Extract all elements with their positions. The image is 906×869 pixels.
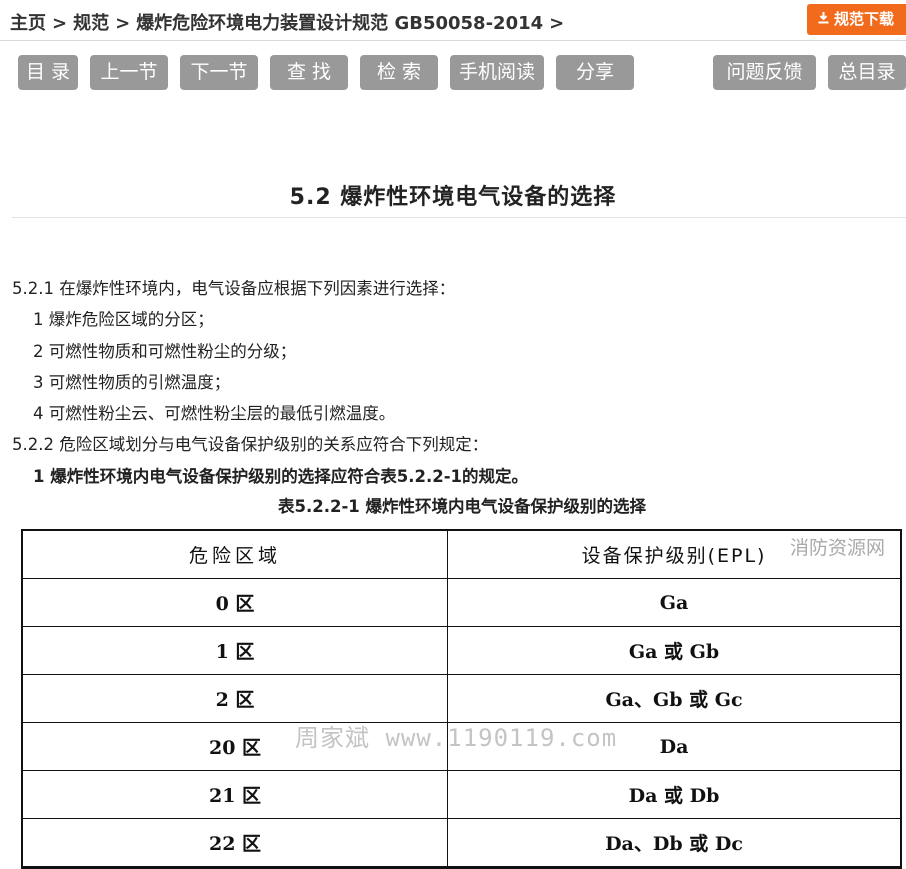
- table-row: 1 区 Ga 或 Gb: [23, 627, 900, 675]
- search-button[interactable]: 检 索: [360, 55, 438, 90]
- download-button[interactable]: 规范下载: [807, 4, 906, 35]
- table-cell: Ga、Gb 或 Gc: [605, 689, 743, 711]
- feedback-button[interactable]: 问题反馈: [713, 55, 816, 90]
- table-cell: 0 区: [23, 579, 448, 626]
- table-cell: Ga 或 Gb: [628, 641, 720, 663]
- table-caption: 表5.2.2-1 爆炸性环境内电气设备保护级别的选择: [277, 497, 647, 516]
- table-cell: 2 区: [23, 675, 448, 722]
- breadcrumb: 主页 > 规范 > 爆炸危险环境电力装置设计规范 GB50058-2014 >: [10, 9, 570, 35]
- title-divider: [12, 217, 906, 218]
- table-cell: Ga: [659, 591, 689, 614]
- breadcrumb-separator: >: [115, 13, 131, 34]
- table-row: 0 区 Ga: [23, 579, 900, 627]
- breadcrumb-home[interactable]: 主页: [10, 13, 46, 34]
- full-toc-button[interactable]: 总目录: [828, 55, 906, 90]
- table-cell: Da、Db 或 Dc: [605, 833, 743, 855]
- section-title: 5.2 爆炸性环境电气设备的选择: [289, 185, 617, 210]
- table-header-cell: 危险区域: [23, 531, 448, 578]
- list-item: 1 爆炸危险区域的分区；: [33, 310, 214, 329]
- mobile-reading-button[interactable]: 手机阅读: [450, 55, 544, 90]
- prev-section-button[interactable]: 上一节: [90, 55, 168, 90]
- clause-5-2-1: 5.2.1 在爆炸性环境内，电气设备应根据下列因素进行选择：: [12, 279, 456, 298]
- breadcrumb-separator: >: [549, 13, 565, 34]
- table-cell: Da 或 Db: [628, 785, 720, 807]
- table-cell: 1 区: [23, 627, 448, 674]
- list-item: 4 可燃性粉尘云、可燃性粉尘层的最低引燃温度。: [33, 404, 396, 423]
- table-cell: 22 区: [23, 819, 448, 866]
- breadcrumb-section[interactable]: 规范: [73, 13, 109, 34]
- breadcrumb-separator: >: [52, 13, 68, 34]
- download-icon: [817, 4, 830, 35]
- table-header-row: 危险区域 设备保护级别(EPL): [23, 531, 900, 579]
- clause-5-2-2: 5.2.2 危险区域划分与电气设备保护级别的关系应符合下列规定：: [12, 435, 489, 454]
- find-button[interactable]: 查 找: [270, 55, 348, 90]
- next-section-button[interactable]: 下一节: [180, 55, 258, 90]
- watermark-corner: 消防资源网: [790, 537, 886, 559]
- list-item: 3 可燃性物质的引燃温度；: [33, 373, 231, 392]
- breadcrumb-current[interactable]: 爆炸危险环境电力装置设计规范 GB50058-2014: [136, 13, 543, 34]
- rule-item: 1 爆炸性环境内电气设备保护级别的选择应符合表5.2.2-1的规定。: [33, 467, 529, 486]
- epl-table: 危险区域 设备保护级别(EPL) 0 区 Ga 1 区 Ga 或 Gb 2 区 …: [21, 529, 902, 869]
- table-row: 2 区 Ga、Gb 或 Gc: [23, 675, 900, 723]
- watermark-center: 周家斌 www.1190119.com: [295, 724, 618, 752]
- download-label: 规范下载: [834, 10, 895, 28]
- share-button[interactable]: 分享: [556, 55, 634, 90]
- table-row: 21 区 Da 或 Db: [23, 771, 900, 819]
- toc-button[interactable]: 目 录: [18, 55, 78, 90]
- table-row: 22 区 Da、Db 或 Dc: [23, 819, 900, 867]
- list-item: 2 可燃性物质和可燃性粉尘的分级；: [33, 342, 297, 361]
- top-bar: 主页 > 规范 > 爆炸危险环境电力装置设计规范 GB50058-2014 > 规范下载: [0, 0, 906, 41]
- table-cell: 21 区: [23, 771, 448, 818]
